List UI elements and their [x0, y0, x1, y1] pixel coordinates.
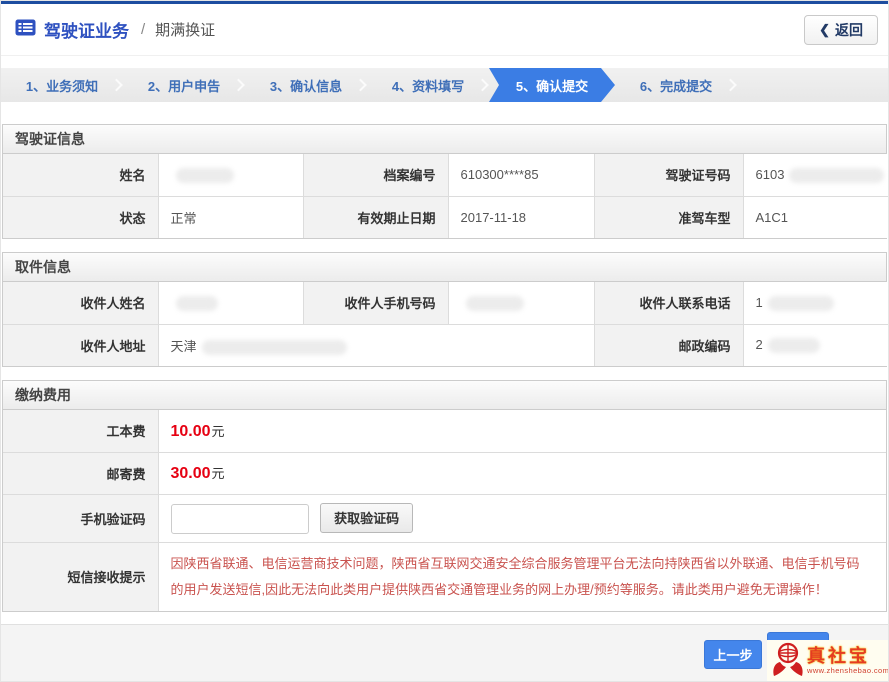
previous-step-button[interactable]: 上一步 — [704, 640, 762, 669]
step-label: 2、用户申告 — [148, 76, 220, 95]
recipient-phone-label: 收件人联系电话 — [594, 282, 743, 324]
recipient-name-label: 收件人姓名 — [3, 282, 158, 324]
postal-code-label: 邮政编码 — [594, 324, 743, 366]
recipient-phone-value: 1 — [743, 282, 889, 324]
main-content: 驾驶证信息 姓名 档案编号 610300****85 驾驶证号码 6103 状态… — [1, 102, 888, 612]
page-title: 驾驶证业务 — [44, 17, 129, 42]
hands-globe-logo-icon — [771, 641, 805, 682]
back-chevron-icon: ❮ — [819, 22, 830, 38]
pickup-info-table: 收件人姓名 收件人手机号码 收件人联系电话 1 收件人地址 天津 邮政编码 2 — [3, 282, 889, 366]
watermark-brand: 真社宝 — [807, 647, 889, 665]
production-fee-value: 10.00元 — [158, 410, 886, 452]
license-section-title: 驾驶证信息 — [3, 125, 886, 154]
back-button[interactable]: ❮ 返回 — [804, 15, 878, 45]
fee-amount: 10.00 — [171, 423, 211, 440]
status-value: 正常 — [158, 196, 303, 238]
page-header: 驾驶证业务 / 期满换证 ❮ 返回 — [1, 4, 888, 56]
redaction-blur — [202, 340, 347, 355]
table-row: 姓名 档案编号 610300****85 驾驶证号码 6103 — [3, 154, 889, 196]
table-row: 收件人地址 天津 邮政编码 2 — [3, 324, 889, 366]
mailing-fee-label: 邮寄费 — [3, 452, 158, 494]
mailing-fee-value: 30.00元 — [158, 452, 886, 494]
redaction-blur — [466, 296, 524, 311]
recipient-mobile-value — [448, 282, 594, 324]
recipient-address-value: 天津 — [158, 324, 594, 366]
license-info-table: 姓名 档案编号 610300****85 驾驶证号码 6103 状态 正常 有效… — [3, 154, 889, 238]
pickup-info-section: 取件信息 收件人姓名 收件人手机号码 收件人联系电话 1 收件人地址 天津 邮政… — [2, 252, 887, 367]
breadcrumb: 驾驶证业务 / 期满换证 — [15, 17, 215, 42]
name-label: 姓名 — [3, 154, 158, 196]
redaction-blur — [176, 168, 234, 183]
zhenshebao-watermark: 真社宝 www.zhenshebao.com — [767, 640, 888, 682]
step-4-fill-data: 4、资料填写 — [367, 68, 489, 102]
status-label: 状态 — [3, 196, 158, 238]
step-5-confirm-submit-active: 5、确认提交 — [489, 68, 615, 102]
step-2-user-declaration: 2、用户申告 — [123, 68, 245, 102]
step-3-confirm-info: 3、确认信息 — [245, 68, 367, 102]
name-value — [158, 154, 303, 196]
step-6-complete-submit: 6、完成提交 — [615, 68, 737, 102]
sms-notice-cell: 因陕西省联通、电信运营商技术问题，陕西省互联网交通安全综合服务管理平台无法向持陕… — [158, 542, 886, 611]
license-number-label: 驾驶证号码 — [594, 154, 743, 196]
pickup-section-title: 取件信息 — [3, 253, 886, 282]
fees-section-title: 缴纳费用 — [3, 381, 886, 410]
table-row: 工本费 10.00元 — [3, 410, 886, 452]
sms-notice-text: 因陕西省联通、电信运营商技术问题，陕西省互联网交通安全综合服务管理平台无法向持陕… — [171, 543, 887, 611]
fee-amount: 30.00 — [171, 465, 211, 482]
license-info-section: 驾驶证信息 姓名 档案编号 610300****85 驾驶证号码 6103 状态… — [2, 124, 887, 239]
step-label: 5、确认提交 — [516, 76, 588, 95]
file-number-label: 档案编号 — [303, 154, 448, 196]
page-subtitle: 期满换证 — [155, 19, 215, 40]
license-business-icon — [15, 19, 36, 41]
step-label: 4、资料填写 — [392, 76, 464, 95]
production-fee-label: 工本费 — [3, 410, 158, 452]
steps-filler — [737, 68, 888, 102]
fees-table: 工本费 10.00元 邮寄费 30.00元 手机验证码 获取验证码 短信接收提示 — [3, 410, 886, 611]
page: 驾驶证业务 / 期满换证 ❮ 返回 1、业务须知 2、用户申告 3、确认信息 4… — [0, 0, 889, 682]
postal-code-value: 2 — [743, 324, 889, 366]
chevron-right-icon — [724, 79, 737, 92]
breadcrumb-separator: / — [141, 21, 145, 38]
license-number-value: 6103 — [743, 154, 889, 196]
fee-unit: 元 — [212, 424, 225, 439]
chevron-right-icon — [232, 79, 245, 92]
redaction-blur — [768, 296, 834, 311]
recipient-name-value — [158, 282, 303, 324]
sms-notice-label: 短信接收提示 — [3, 542, 158, 611]
footer-bar: 上一步 真社宝 www.zhenshebao.com — [1, 624, 888, 681]
table-row: 手机验证码 获取验证码 — [3, 494, 886, 542]
redaction-blur — [768, 338, 820, 353]
step-1-business-notice: 1、业务须知 — [1, 68, 123, 102]
redaction-blur — [176, 296, 218, 311]
back-button-label: 返回 — [835, 20, 863, 40]
expiry-date-label: 有效期止日期 — [303, 196, 448, 238]
wizard-steps: 1、业务须知 2、用户申告 3、确认信息 4、资料填写 5、确认提交 6、完成提… — [1, 68, 888, 102]
table-row: 收件人姓名 收件人手机号码 收件人联系电话 1 — [3, 282, 889, 324]
table-row: 邮寄费 30.00元 — [3, 452, 886, 494]
watermark-text: 真社宝 www.zhenshebao.com — [807, 647, 889, 675]
chevron-right-icon — [354, 79, 367, 92]
sms-code-label: 手机验证码 — [3, 494, 158, 542]
expiry-date-value: 2017-11-18 — [448, 196, 594, 238]
sms-code-cell: 获取验证码 — [158, 494, 886, 542]
vehicle-class-value: A1C1 — [743, 196, 889, 238]
file-number-value: 610300****85 — [448, 154, 594, 196]
get-code-button[interactable]: 获取验证码 — [320, 503, 413, 533]
fees-section: 缴纳费用 工本费 10.00元 邮寄费 30.00元 手机验证码 获取验证码 — [2, 380, 887, 612]
step-label: 3、确认信息 — [270, 76, 342, 95]
fee-unit: 元 — [212, 466, 225, 481]
redaction-blur — [789, 168, 884, 183]
table-row: 短信接收提示 因陕西省联通、电信运营商技术问题，陕西省互联网交通安全综合服务管理… — [3, 542, 886, 611]
vehicle-class-label: 准驾车型 — [594, 196, 743, 238]
recipient-mobile-label: 收件人手机号码 — [303, 282, 448, 324]
chevron-right-icon — [110, 79, 123, 92]
watermark-url: www.zhenshebao.com — [807, 667, 889, 675]
chevron-right-icon — [476, 79, 489, 92]
sms-code-input[interactable] — [171, 504, 309, 534]
step-label: 6、完成提交 — [640, 76, 712, 95]
recipient-address-label: 收件人地址 — [3, 324, 158, 366]
table-row: 状态 正常 有效期止日期 2017-11-18 准驾车型 A1C1 — [3, 196, 889, 238]
step-label: 1、业务须知 — [26, 76, 98, 95]
